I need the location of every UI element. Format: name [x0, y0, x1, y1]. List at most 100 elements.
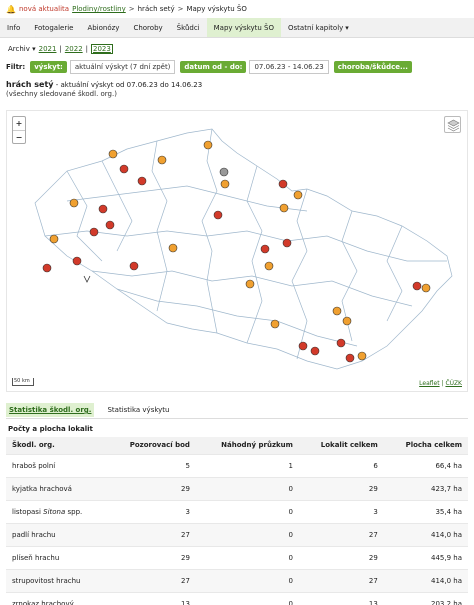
random-count: 0 — [195, 568, 299, 592]
occurrence-marker[interactable] — [42, 263, 52, 273]
occurrence-marker[interactable] — [219, 167, 229, 177]
year-2021-link[interactable]: 2021 — [39, 45, 57, 53]
cuzk-link[interactable]: ČÚZK — [445, 380, 462, 387]
occurrence-marker[interactable] — [342, 316, 352, 326]
area-value: 35,4 ha — [383, 499, 468, 523]
occurrence-value[interactable]: aktuální výskyt (7 dní zpět) — [69, 60, 176, 74]
archive-label: Archiv — [8, 45, 30, 53]
table-row: strupovitost hrachu 27 0 27 414,0 ha — [6, 568, 468, 592]
occurrence-marker[interactable] — [105, 220, 115, 230]
occurrence-marker[interactable] — [345, 353, 355, 363]
main-nav: Info Fotogalerie Abionózy Choroby Škůdci… — [0, 18, 474, 38]
occurrence-marker[interactable] — [72, 256, 82, 266]
pest-filter-button[interactable]: choroba/škůdce... — [333, 61, 412, 73]
tab-other-label: Ostatní kapitoly — [288, 23, 344, 32]
tab-abionoses[interactable]: Abionózy — [80, 18, 126, 37]
date-range-button[interactable]: datum od - do: — [180, 61, 247, 73]
occurrence-marker[interactable] — [278, 179, 288, 189]
organism-name-prefix: listopasi — [12, 507, 41, 516]
period-description: - aktuální výskyt od 07.06.23 do 14.06.2… — [53, 81, 203, 89]
news-link[interactable]: nová aktualita — [19, 5, 69, 13]
occurrence-marker[interactable] — [412, 281, 422, 291]
occurrence-marker[interactable] — [168, 243, 178, 253]
top-breadcrumb-bar: 🔔 nová aktualita Plodiny/rostliny > hrác… — [0, 0, 474, 18]
col-header-total[interactable]: Lokalit celkem — [298, 437, 384, 454]
occurrence-marker[interactable] — [89, 227, 99, 237]
organism-name: plíseň hrachu — [6, 545, 108, 569]
tab-occurrence-statistics[interactable]: Statistika výskytu — [104, 403, 172, 417]
bell-icon[interactable]: 🔔 — [6, 5, 16, 14]
year-2023-link[interactable]: 2023 — [91, 44, 113, 54]
occurrence-marker[interactable] — [310, 346, 320, 356]
occurrence-marker[interactable] — [270, 319, 280, 329]
occurrence-marker[interactable] — [421, 283, 431, 293]
random-count: 0 — [195, 499, 299, 523]
occurrence-marker[interactable] — [213, 210, 223, 220]
date-range-value[interactable]: 07.06.23 - 14.06.23 — [249, 60, 329, 74]
occurrence-marker[interactable] — [49, 234, 59, 244]
occurrence-marker[interactable] — [108, 149, 118, 159]
area-value: 414,0 ha — [383, 522, 468, 546]
col-header-random[interactable]: Náhodný průzkum — [195, 437, 299, 454]
occurrence-marker[interactable] — [293, 190, 303, 200]
occurrence-map[interactable]: + − 50 km Leaflet | ČÚZK — [6, 110, 468, 392]
occurrence-marker[interactable] — [357, 351, 367, 361]
district-borders — [34, 128, 453, 370]
occurrence-markers[interactable] — [42, 140, 431, 363]
col-header-observation[interactable]: Pozorovací bod — [107, 437, 196, 454]
occurrence-marker[interactable] — [220, 179, 230, 189]
leaflet-link[interactable]: Leaflet — [419, 380, 439, 387]
total-count: 6 — [298, 453, 384, 477]
zoom-in-button[interactable]: + — [13, 117, 25, 130]
tab-info[interactable]: Info — [0, 18, 27, 37]
layers-icon[interactable] — [444, 116, 461, 133]
tab-occurrence-maps[interactable]: Mapy výskytu ŠO — [206, 18, 282, 37]
random-count: 1 — [195, 453, 299, 477]
zoom-out-button[interactable]: − — [13, 130, 25, 143]
occurrence-marker[interactable] — [260, 244, 270, 254]
tab-other-chapters[interactable]: Ostatní kapitoly ▾ — [281, 18, 356, 37]
organism-name: zrnokaz hrachový — [6, 591, 108, 605]
table-row: plíseň hrachu 29 0 29 445,9 ha — [6, 545, 468, 569]
occurrence-marker[interactable] — [336, 338, 346, 348]
col-header-organism[interactable]: Škodl. org. — [6, 437, 108, 454]
breadcrumb-crops[interactable]: Plodiny/rostliny — [72, 5, 126, 13]
crop-name: hrách setý — [6, 80, 54, 89]
col-header-area[interactable]: Plocha celkem — [383, 437, 468, 454]
occurrence-marker[interactable] — [203, 140, 213, 150]
czech-map-svg[interactable] — [7, 111, 468, 392]
occurrence-marker[interactable] — [98, 204, 108, 214]
area-value: 445,9 ha — [383, 545, 468, 569]
occurrence-marker[interactable] — [332, 306, 342, 316]
table-row: padlí hrachu 27 0 27 414,0 ha — [6, 522, 468, 546]
occurrence-marker[interactable] — [264, 261, 274, 271]
organism-name: hraboš polní — [6, 453, 108, 477]
breadcrumb-current: Mapy výskytu ŠO — [186, 5, 247, 13]
map-scale: 50 km — [12, 378, 34, 386]
zoom-control: + − — [12, 116, 26, 144]
occurrence-marker[interactable] — [137, 176, 147, 186]
occurrence-marker[interactable] — [157, 155, 167, 165]
archive-row: Archiv ▾ 2021 | 2022 | 2023 — [0, 43, 474, 55]
occurrence-marker[interactable] — [282, 238, 292, 248]
total-count: 29 — [298, 476, 384, 500]
occurrence-marker[interactable] — [245, 279, 255, 289]
tab-photo-gallery[interactable]: Fotogalerie — [27, 18, 80, 37]
occurrence-marker[interactable] — [119, 164, 129, 174]
occurrence-marker[interactable] — [129, 261, 139, 271]
organism-name: listopasi Sitona spp. — [6, 499, 108, 523]
occurrence-marker[interactable] — [69, 198, 79, 208]
occurrence-marker[interactable] — [279, 203, 289, 213]
chevron-down-icon: ▾ — [345, 23, 349, 32]
filter-label: Filtr: — [6, 63, 26, 71]
archive-dropdown[interactable]: Archiv ▾ — [8, 45, 36, 53]
tab-pest-statistics[interactable]: Statistika škodl. org. — [6, 403, 95, 417]
total-count: 27 — [298, 568, 384, 592]
occurrence-button[interactable]: výskyt: — [30, 61, 67, 73]
table-row: listopasi Sitona spp. 3 0 3 35,4 ha — [6, 499, 468, 523]
tab-pests[interactable]: Škůdci — [170, 18, 207, 37]
year-2022-link[interactable]: 2022 — [65, 45, 83, 53]
obs-count: 27 — [107, 522, 196, 546]
tab-diseases[interactable]: Choroby — [126, 18, 169, 37]
occurrence-marker[interactable] — [298, 341, 308, 351]
